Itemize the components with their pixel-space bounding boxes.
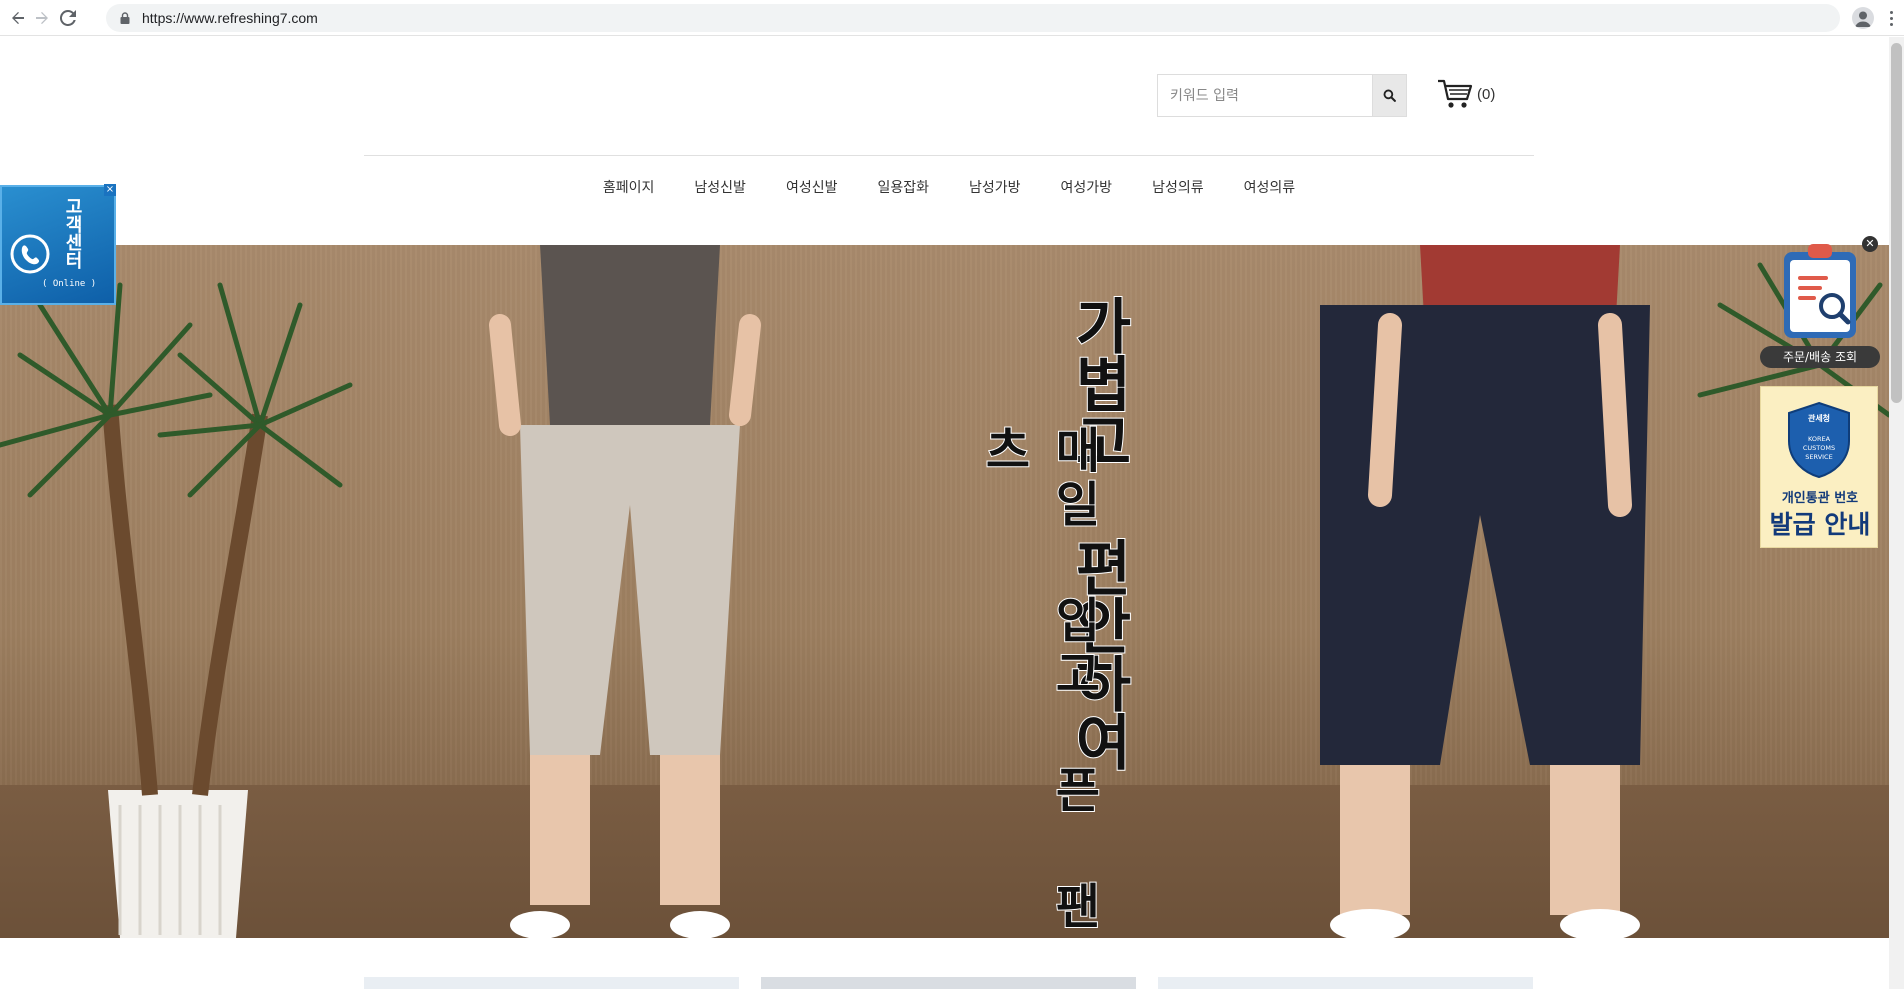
svg-text:CUSTOMS: CUSTOMS <box>1803 444 1835 452</box>
nav-item-daily-goods[interactable]: 일용잡화 <box>857 176 949 200</box>
product-thumbnail[interactable] <box>1158 977 1533 989</box>
cart-count: (0) <box>1477 85 1496 103</box>
header-divider <box>364 155 1534 156</box>
browser-menu-icon[interactable] <box>1884 7 1898 29</box>
order-lookup-close-button[interactable]: ✕ <box>1862 236 1878 252</box>
product-thumbnail-row <box>364 977 1534 989</box>
browser-toolbar: https://www.refreshing7.com <box>0 0 1904 36</box>
model-right <box>1320 245 1650 938</box>
potted-plant-left <box>0 282 353 938</box>
customs-shield-icon: 관세청 KOREA CUSTOMS SERVICE <box>1788 401 1850 479</box>
svg-text:SERVICE: SERVICE <box>1805 453 1832 461</box>
clipboard-search-icon <box>1784 244 1856 338</box>
svg-text:KOREA: KOREA <box>1808 435 1831 443</box>
main-navigation: 홈페이지 남성신발 여성신발 일용잡화 남성가방 여성가방 남성의류 여성의류 <box>364 176 1534 200</box>
search-button[interactable] <box>1372 75 1406 116</box>
profile-avatar-icon[interactable] <box>1852 7 1874 29</box>
phone-icon <box>10 234 50 274</box>
hero-banner[interactable]: 가볍고 편안하여 매일 입고 픈 팬츠 <box>0 245 1889 938</box>
customer-center-close-button[interactable]: × <box>104 184 116 196</box>
scrollbar-thumb[interactable] <box>1891 43 1902 403</box>
banner-illustration <box>0 245 1889 938</box>
search-bar <box>1157 74 1407 117</box>
customer-center-title: 고객센터 <box>62 197 83 269</box>
model-left <box>489 245 761 938</box>
customs-line-1: 개인통관 번호 <box>1781 491 1859 506</box>
customs-badge-title: 관세청 <box>1808 413 1830 423</box>
shopping-cart-icon <box>1438 79 1473 108</box>
order-lookup-label[interactable]: 주문/배송 조회 <box>1760 346 1880 368</box>
nav-item-mens-clothing[interactable]: 남성의류 <box>1132 176 1224 200</box>
cart-link[interactable]: (0) <box>1437 78 1495 110</box>
customer-center-widget[interactable]: 고객센터 ( Online ) <box>0 185 116 305</box>
back-arrow-icon[interactable] <box>6 6 30 30</box>
lock-icon <box>120 12 130 24</box>
page-scrollbar[interactable] <box>1889 37 1904 989</box>
customs-line-2: 발급 안내 <box>1769 510 1871 539</box>
product-thumbnail[interactable] <box>364 977 739 989</box>
nav-item-womens-shoes[interactable]: 여성신발 <box>766 176 858 200</box>
nav-item-womens-clothing[interactable]: 여성의류 <box>1224 176 1316 200</box>
nav-item-mens-shoes[interactable]: 남성신발 <box>674 176 766 200</box>
nav-item-womens-bags[interactable]: 여성가방 <box>1041 176 1133 200</box>
search-icon <box>1383 89 1396 102</box>
customer-center-status: ( Online ) <box>42 279 97 289</box>
banner-subline: 매일 입고 픈 팬츠 <box>974 424 1102 936</box>
search-input[interactable] <box>1158 75 1372 116</box>
nav-item-home[interactable]: 홈페이지 <box>583 176 675 200</box>
reload-icon[interactable] <box>56 6 80 30</box>
forward-arrow-icon[interactable] <box>30 6 54 30</box>
url-text: https://www.refreshing7.com <box>142 10 318 26</box>
customs-clearance-widget[interactable]: 관세청 KOREA CUSTOMS SERVICE 개인통관 번호 발급 안내 <box>1760 386 1878 548</box>
product-thumbnail[interactable] <box>761 977 1136 989</box>
address-bar[interactable]: https://www.refreshing7.com <box>106 4 1840 32</box>
nav-item-mens-bags[interactable]: 남성가방 <box>949 176 1041 200</box>
